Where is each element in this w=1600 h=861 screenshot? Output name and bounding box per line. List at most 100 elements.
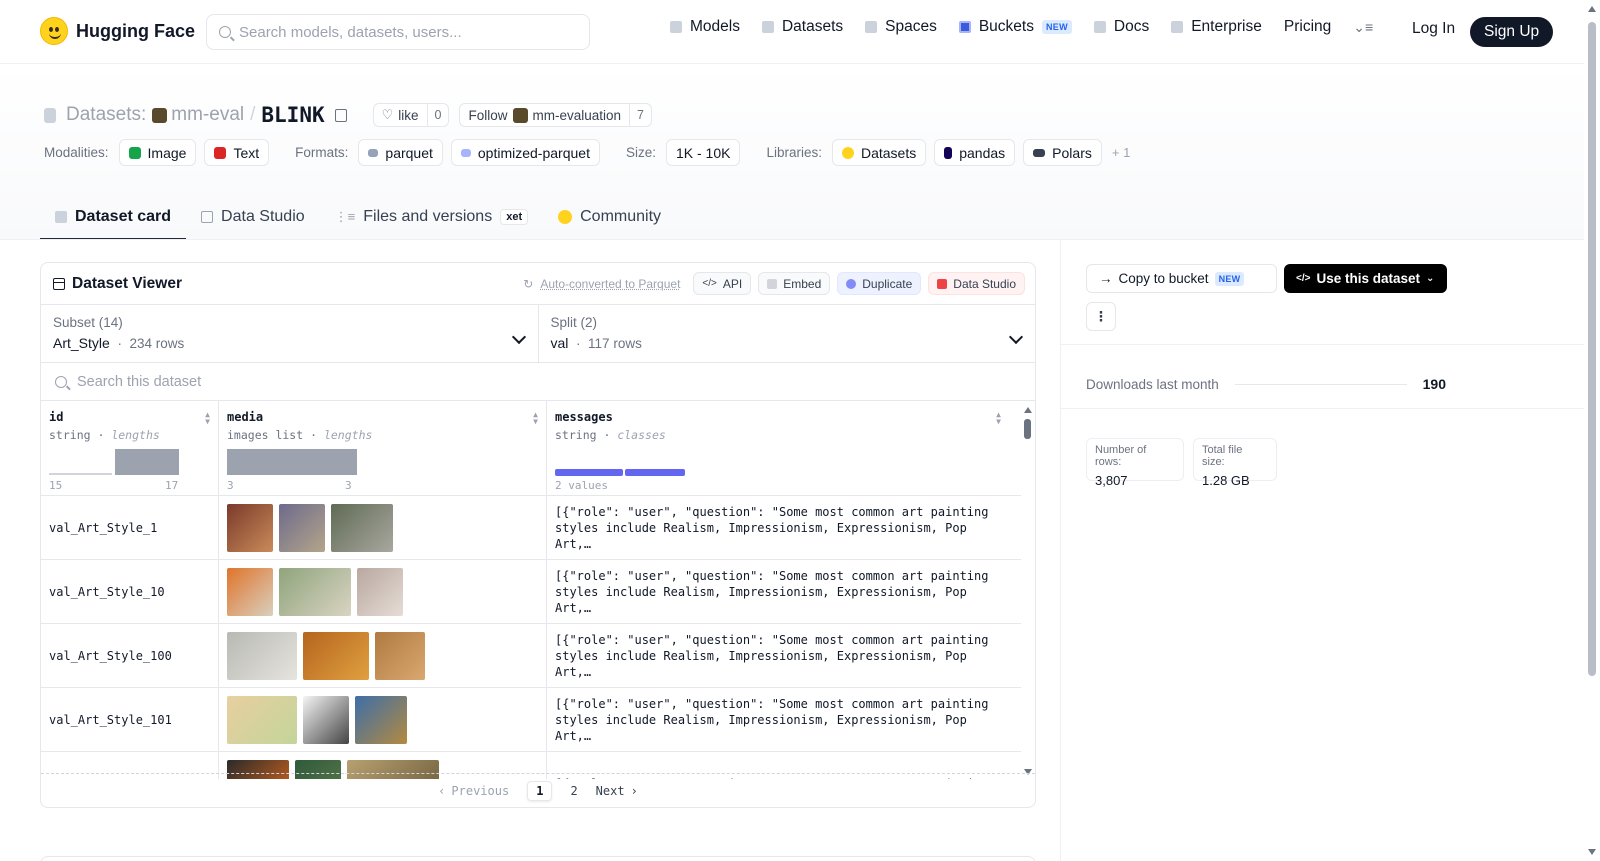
modalities-label: Modalities:: [44, 145, 109, 160]
table-scrollbar[interactable]: [1021, 401, 1035, 779]
class-bar[interactable]: [625, 469, 685, 476]
image-thumbnail[interactable]: [227, 503, 273, 552]
copy-icon[interactable]: [334, 108, 347, 122]
next-label: Next: [595, 783, 625, 798]
data-studio-button[interactable]: Data Studio: [928, 272, 1025, 295]
embed-button[interactable]: Embed: [758, 272, 831, 295]
table-row[interactable]: val_Art_Style_100 [{"role": "user", "ques…: [41, 624, 1035, 688]
scroll-up-icon[interactable]: [1024, 407, 1032, 413]
follow-button[interactable]: Follow mm-evaluation 7: [459, 103, 652, 127]
copy-to-bucket-button[interactable]: → Copy to bucket NEW: [1086, 264, 1277, 293]
repo-type-label[interactable]: Datasets:: [66, 104, 146, 126]
nav-buckets[interactable]: Buckets NEW: [958, 18, 1072, 36]
global-search-input[interactable]: [239, 23, 569, 41]
image-thumbnail[interactable]: [355, 695, 407, 744]
sort-icon[interactable]: ▲ ▼: [533, 411, 538, 426]
tag-image[interactable]: Image: [118, 139, 197, 166]
api-button[interactable]: </> API: [693, 272, 752, 295]
auto-converted-link[interactable]: Auto-converted to Parquet: [540, 277, 680, 291]
tab-community[interactable]: Community: [543, 196, 676, 240]
nav-pricing[interactable]: Pricing: [1284, 18, 1331, 36]
scroll-down-icon[interactable]: [1588, 849, 1596, 855]
split-label: Split (2): [550, 315, 598, 330]
table-row[interactable]: val_Art_Style_1 [{"role": "user", "questi…: [41, 496, 1035, 560]
signup-button[interactable]: Sign Up: [1470, 17, 1554, 47]
cell-id[interactable]: val_Art_Style_10: [41, 560, 218, 623]
nav-datasets[interactable]: Datasets: [761, 18, 843, 36]
cell-id[interactable]: val_Art_Style_101: [41, 688, 218, 751]
image-thumbnail[interactable]: [303, 695, 349, 744]
nav-models[interactable]: Models: [670, 18, 740, 36]
column-id[interactable]: id string · lengths ▲ ▼ 15 17: [41, 401, 218, 495]
histogram-bar[interactable]: [49, 473, 112, 475]
table-row[interactable]: val_Art_Style_10 [{"role": "user", "quest…: [41, 560, 1035, 624]
histogram-bar[interactable]: [115, 449, 179, 475]
image-thumbnail[interactable]: [331, 503, 393, 552]
cell-id[interactable]: val_Art_Style_1: [41, 496, 218, 559]
more-menu-icon[interactable]: ⌄≡: [1353, 19, 1373, 36]
subset-select[interactable]: Subset (14) Art_Style · 234 rows: [41, 305, 538, 362]
column-media[interactable]: media images list · lengths ▲ ▼ 3 3: [218, 401, 546, 495]
dataset-search[interactable]: [41, 363, 1035, 401]
libraries-more[interactable]: + 1: [1112, 145, 1130, 160]
class-bar[interactable]: [555, 469, 623, 476]
cell-media[interactable]: [218, 496, 546, 559]
histogram-bar[interactable]: [227, 449, 357, 475]
page-scrollbar[interactable]: [1584, 0, 1600, 861]
nav-docs[interactable]: Docs: [1093, 18, 1149, 36]
tab-dataset-card[interactable]: Dataset card: [40, 196, 187, 240]
scroll-up-icon[interactable]: [1588, 6, 1596, 12]
nav-spaces[interactable]: Spaces: [865, 18, 937, 36]
tag-datasets-lib[interactable]: Datasets: [831, 139, 927, 166]
global-search[interactable]: [206, 14, 590, 50]
table-row[interactable]: val_Art_Style_101 [{"role": "user", "ques…: [41, 688, 1035, 752]
cell-messages[interactable]: [{"role": "user", "question": "Some most…: [546, 560, 1007, 623]
repo-org-name: mm-eval: [171, 104, 245, 125]
repo-org[interactable]: mm-eval: [152, 104, 244, 126]
tab-data-studio[interactable]: Data Studio: [186, 196, 320, 240]
image-thumbnail[interactable]: [375, 631, 425, 680]
dataset-viewer: Dataset Viewer ↻ Auto-converted to Parqu…: [40, 262, 1036, 808]
page-2[interactable]: 2: [570, 784, 577, 798]
column-messages[interactable]: messages string · classes ▲ ▼ 2 values: [546, 401, 1021, 495]
brand-logo[interactable]: Hugging Face: [40, 17, 195, 45]
repo-name[interactable]: BLINK: [261, 103, 324, 127]
cell-messages[interactable]: [{"role": "user", "question": "Some most…: [546, 624, 1007, 687]
tag-text[interactable]: Text: [204, 139, 270, 166]
previous-page[interactable]: ‹ Previous: [438, 784, 509, 798]
dataset-search-input[interactable]: [77, 373, 677, 390]
nav-enterprise[interactable]: Enterprise: [1171, 18, 1262, 36]
image-thumbnail[interactable]: [303, 631, 369, 680]
image-thumbnail[interactable]: [279, 567, 351, 616]
image-thumbnail[interactable]: [227, 695, 297, 744]
image-thumbnail[interactable]: [227, 631, 297, 680]
duplicate-button[interactable]: Duplicate: [837, 272, 922, 295]
page-scroll-thumb[interactable]: [1588, 22, 1596, 676]
tab-files-versions[interactable]: ⋮≡ Files and versions xet: [320, 196, 543, 240]
like-button[interactable]: ♡ like 0: [372, 103, 450, 127]
tag-polars[interactable]: Polars: [1023, 139, 1102, 166]
cell-media[interactable]: [218, 560, 546, 623]
sort-icon[interactable]: ▲ ▼: [205, 411, 210, 426]
cell-media[interactable]: [218, 624, 546, 687]
cell-id[interactable]: val_Art_Style_100: [41, 624, 218, 687]
scroll-thumb[interactable]: [1024, 419, 1031, 439]
split-select[interactable]: Split (2) val · 117 rows: [537, 305, 1036, 362]
image-thumbnail[interactable]: [279, 503, 325, 552]
cell-media[interactable]: [218, 688, 546, 751]
sort-icon[interactable]: ▲ ▼: [996, 411, 1001, 426]
page-1[interactable]: 1: [527, 780, 553, 801]
image-thumbnail[interactable]: [227, 567, 273, 616]
login-link[interactable]: Log In: [1412, 20, 1455, 38]
use-dataset-button[interactable]: </> Use this dataset ⌄: [1284, 264, 1447, 293]
tag-pandas[interactable]: pandas: [934, 139, 1016, 166]
tag-size[interactable]: 1K - 10K: [665, 139, 741, 166]
more-options-button[interactable]: ⋮: [1086, 302, 1116, 331]
tag-optimized-parquet[interactable]: optimized-parquet: [450, 139, 600, 166]
next-page[interactable]: Next ›: [596, 784, 638, 798]
image-thumbnail[interactable]: [357, 567, 403, 616]
cell-messages[interactable]: [{"role": "user", "question": "Some most…: [546, 496, 1007, 559]
tag-parquet[interactable]: parquet: [358, 139, 443, 166]
cell-messages[interactable]: [{"role": "user", "question": "Some most…: [546, 688, 1007, 751]
community-icon: [558, 210, 573, 224]
